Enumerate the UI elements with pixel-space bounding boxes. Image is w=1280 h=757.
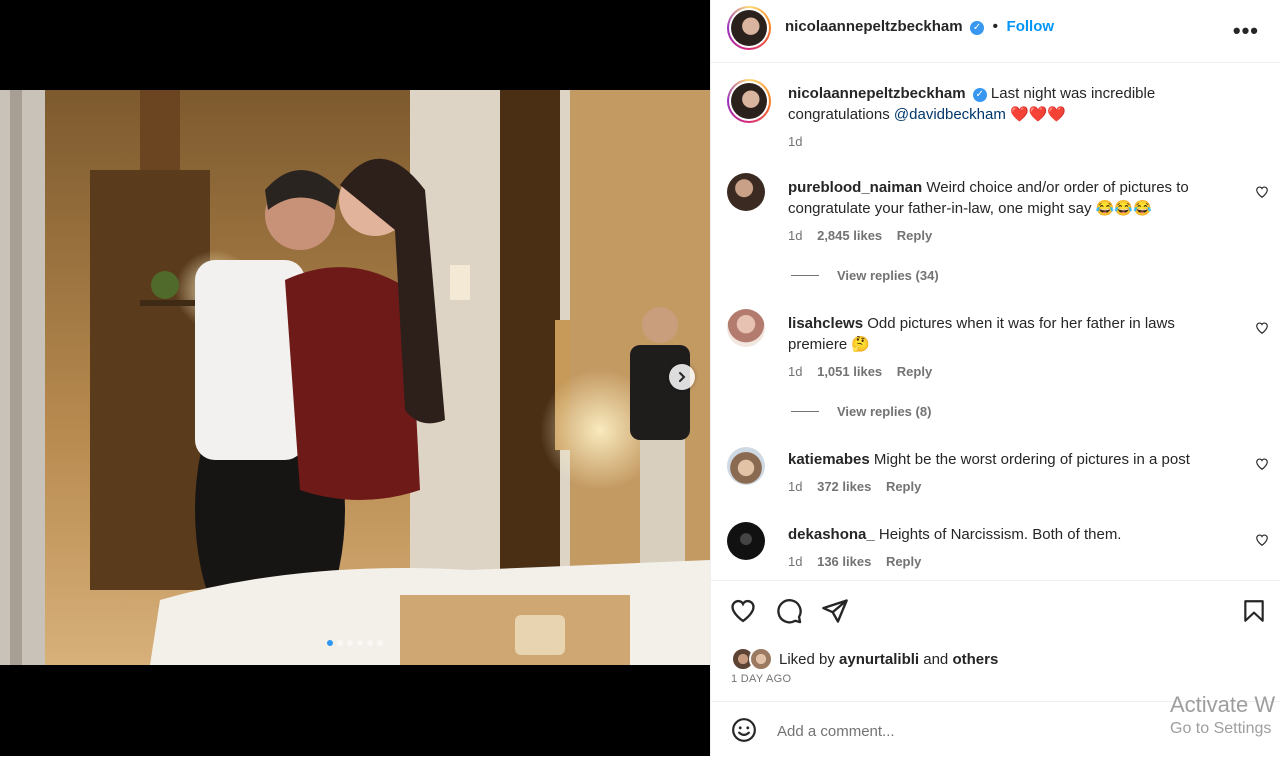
comment-time[interactable]: 1d	[788, 554, 802, 569]
comment-meta: 1d 136 likes Reply	[788, 551, 1228, 572]
comment-likes[interactable]: 1,051 likes	[817, 364, 882, 379]
comment-text: Heights of Narcissism. Both of them.	[878, 526, 1122, 543]
commenter-avatar[interactable]	[727, 173, 765, 211]
comment-time[interactable]: 1d	[788, 228, 802, 243]
comment-meta: 1d 372 likes Reply	[788, 476, 1228, 497]
commenter-username[interactable]: pureblood_naiman	[788, 179, 922, 196]
carousel-dot	[377, 640, 383, 646]
verified-badge-icon: ✓	[970, 21, 985, 35]
comment-like-icon[interactable]	[1255, 185, 1269, 199]
watermark-line1: Activate W	[1170, 692, 1276, 717]
comment-likes[interactable]: 136 likes	[817, 554, 871, 569]
liked-by-prefix: Liked by	[779, 650, 835, 668]
media-pane	[0, 0, 710, 756]
carousel-dot	[327, 640, 333, 646]
comment-input[interactable]	[775, 718, 1159, 744]
post-side-panel: nicolaannepeltzbeckham ✓ • Follow ••• ni…	[710, 0, 1280, 756]
replies-divider	[791, 275, 819, 276]
liker-avatar[interactable]	[749, 647, 773, 671]
caption-avatar[interactable]	[727, 79, 771, 123]
bookmark-icon[interactable]	[1241, 597, 1267, 625]
caption-emoji: ❤️❤️❤️	[1010, 106, 1067, 123]
liked-by-user[interactable]: aynurtalibli	[839, 651, 919, 668]
caption-meta: 1d	[788, 131, 1228, 152]
caption-username[interactable]: nicolaannepeltzbeckham	[788, 85, 966, 102]
share-icon[interactable]	[821, 597, 849, 625]
comment-reply-button[interactable]: Reply	[886, 554, 921, 569]
caption-time[interactable]: 1d	[788, 134, 802, 149]
header-separator: •	[992, 18, 999, 35]
post-actions: Liked by aynurtalibli and others 1 DAY A…	[711, 580, 1280, 701]
view-replies-button[interactable]: View replies (8)	[791, 404, 931, 419]
comment-reply-button[interactable]: Reply	[897, 228, 932, 243]
emoji-icon[interactable]	[731, 717, 757, 743]
post-photo[interactable]	[0, 90, 710, 665]
more-options-icon[interactable]: •••	[1233, 18, 1259, 44]
view-replies-label: View replies (8)	[837, 404, 932, 419]
post-timestamp[interactable]: 1 DAY AGO	[731, 673, 791, 685]
carousel-dot	[347, 640, 353, 646]
author-avatar[interactable]	[727, 6, 771, 50]
commenter-username[interactable]: katiemabes	[788, 451, 870, 468]
commenter-username[interactable]: lisahclews	[788, 315, 863, 332]
view-replies-button[interactable]: View replies (34)	[791, 268, 939, 283]
commenter-username[interactable]: dekashona_	[788, 526, 875, 543]
liked-by-row: Liked by aynurtalibli and others	[731, 647, 998, 671]
view-replies-label: View replies (34)	[837, 268, 939, 283]
comment-likes[interactable]: 2,845 likes	[817, 228, 882, 243]
caption-mention[interactable]: @davidbeckham	[894, 106, 1006, 123]
comment-meta: 1d 2,845 likes Reply	[788, 225, 1228, 246]
chevron-right-icon	[679, 372, 686, 382]
replies-divider	[791, 411, 819, 412]
comment-reply-button[interactable]: Reply	[897, 364, 932, 379]
comment-like-icon[interactable]	[1255, 457, 1269, 471]
comment-like-icon[interactable]	[1255, 321, 1269, 335]
heart-icon[interactable]	[729, 597, 757, 625]
comment-icon[interactable]	[775, 597, 803, 625]
carousel-dot	[367, 640, 373, 646]
liked-by-others[interactable]: others	[952, 651, 998, 668]
comment-reply-button[interactable]: Reply	[886, 479, 921, 494]
carousel-next-button[interactable]	[669, 364, 695, 390]
post-header: nicolaannepeltzbeckham ✓ • Follow •••	[711, 0, 1280, 63]
author-username[interactable]: nicolaannepeltzbeckham	[785, 18, 963, 35]
comment-text: Might be the worst ordering of pictures …	[873, 451, 1190, 468]
comment-meta: 1d 1,051 likes Reply	[788, 361, 1228, 382]
commenter-avatar[interactable]	[727, 522, 765, 560]
watermark-line2: Go to Settings	[1170, 720, 1272, 737]
commenter-avatar[interactable]	[727, 447, 765, 485]
liked-by-and: and	[923, 650, 949, 668]
comment-likes[interactable]: 372 likes	[817, 479, 871, 494]
carousel-dot	[337, 640, 343, 646]
follow-button[interactable]: Follow	[1007, 18, 1055, 35]
activation-watermark: Activate W Go to Settings	[1170, 692, 1275, 738]
carousel-indicator	[0, 640, 710, 646]
carousel-dot	[357, 640, 363, 646]
comment-time[interactable]: 1d	[788, 364, 802, 379]
commenter-avatar[interactable]	[727, 309, 765, 347]
comments-section: nicolaannepeltzbeckham ✓ Last night was …	[711, 63, 1280, 579]
comment-time[interactable]: 1d	[788, 479, 802, 494]
comment-like-icon[interactable]	[1255, 533, 1269, 547]
verified-badge-icon: ✓	[972, 88, 987, 102]
